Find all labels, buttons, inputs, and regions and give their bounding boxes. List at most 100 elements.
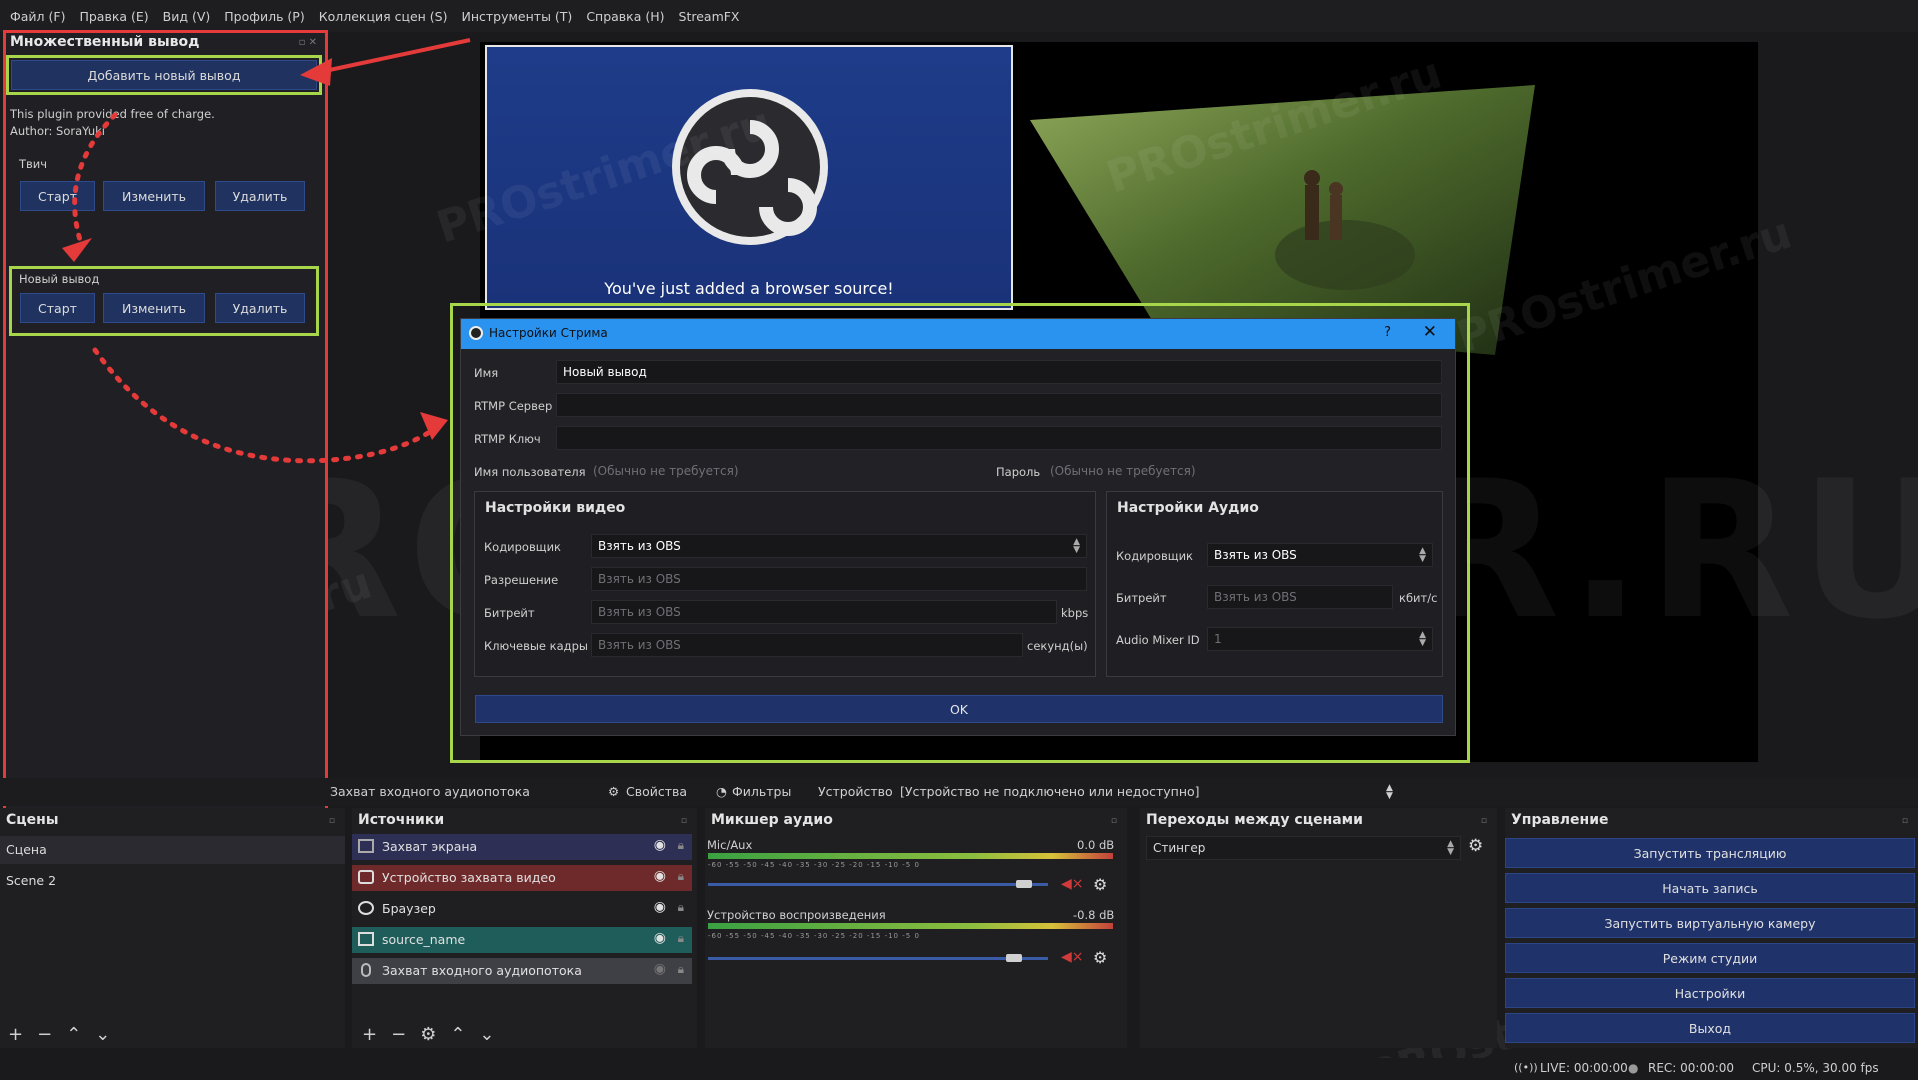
- source-item[interactable]: source_name ◉ 🔒︎: [352, 927, 692, 953]
- transition-select[interactable]: Стингер ▲ ▼: [1146, 836, 1461, 860]
- username-input[interactable]: (Обычно не требуется): [586, 459, 971, 483]
- source-item[interactable]: Браузер ◉ 🔒︎: [352, 896, 692, 922]
- device-select[interactable]: [Устройство не подключено или недоступно…: [900, 784, 1200, 799]
- dock-pin-icon[interactable]: ▫: [1481, 816, 1487, 826]
- gear-icon[interactable]: ⚙: [1093, 875, 1107, 894]
- menu-streamfx[interactable]: StreamFX: [679, 9, 740, 24]
- dialog-title: Настройки Стрима: [489, 326, 608, 340]
- edit-output-button[interactable]: Изменить: [103, 293, 205, 323]
- obs-small-icon: [469, 326, 483, 340]
- move-up-icon[interactable]: ⌃: [66, 1024, 81, 1045]
- audio-mixer-select[interactable]: 1 ▲ ▼: [1207, 627, 1433, 651]
- transitions-title: Переходы между сценами: [1146, 812, 1363, 828]
- rtmp-server-input[interactable]: [556, 393, 1442, 417]
- keyframes-input[interactable]: Взять из OBS: [591, 633, 1023, 657]
- video-bitrate-input[interactable]: Взять из OBS: [591, 600, 1057, 624]
- video-bitrate-label: Битрейт: [484, 606, 535, 620]
- mute-speaker-icon[interactable]: ◀×: [1061, 876, 1084, 892]
- source-item[interactable]: Захват экрана ◉ 🔒︎: [352, 834, 692, 860]
- eye-icon[interactable]: ◉: [654, 837, 666, 853]
- move-down-icon[interactable]: ⌄: [479, 1024, 494, 1045]
- menu-file[interactable]: Файл (F): [10, 9, 65, 24]
- lock-icon[interactable]: 🔒︎: [678, 931, 684, 946]
- menu-tools[interactable]: Инструменты (T): [461, 9, 572, 24]
- start-output-button[interactable]: Старт: [20, 181, 95, 211]
- add-icon[interactable]: +: [8, 1024, 23, 1045]
- eye-icon[interactable]: ◉: [654, 930, 666, 946]
- remove-icon[interactable]: −: [391, 1024, 406, 1045]
- video-encoder-select[interactable]: Взять из OBS ▲ ▼: [591, 534, 1087, 558]
- lock-icon[interactable]: 🔒︎: [678, 838, 684, 853]
- eye-icon[interactable]: ◉: [654, 868, 666, 884]
- source-item[interactable]: Устройство захвата видео ◉ 🔒︎: [352, 865, 692, 891]
- name-input[interactable]: Новый вывод: [556, 360, 1442, 384]
- add-icon[interactable]: +: [362, 1024, 377, 1045]
- gear-icon[interactable]: ⚙: [1093, 948, 1107, 967]
- menu-profile[interactable]: Профиль (P): [224, 9, 304, 24]
- select-arrows-icon: ▲ ▼: [1419, 546, 1426, 564]
- obs-logo: [672, 89, 828, 245]
- gear-icon[interactable]: ⚙: [420, 1024, 436, 1045]
- filter-icon[interactable]: ◔: [716, 784, 727, 799]
- start-output-button[interactable]: Старт: [20, 293, 95, 323]
- lock-icon[interactable]: 🔒︎: [678, 869, 684, 884]
- annotation-arrow-head: [420, 412, 448, 440]
- volume-slider[interactable]: [708, 883, 1048, 886]
- scenes-dock: Сцены ▫ Сцена Scene 2 + − ⌃ ⌄: [0, 808, 345, 1048]
- ok-button[interactable]: OK: [475, 695, 1443, 723]
- edit-output-button[interactable]: Изменить: [103, 181, 205, 211]
- remove-icon[interactable]: −: [37, 1024, 52, 1045]
- dock-pin-icon[interactable]: ▫: [1902, 816, 1908, 826]
- resolution-label: Разрешение: [484, 573, 559, 587]
- help-icon[interactable]: ?: [1384, 325, 1391, 340]
- lock-icon[interactable]: 🔒︎: [678, 962, 684, 977]
- audio-settings-group: Настройки Аудио Кодировщик Взять из OBS …: [1106, 491, 1443, 677]
- source-label: Устройство захвата видео: [382, 870, 556, 885]
- move-down-icon[interactable]: ⌄: [95, 1024, 110, 1045]
- menu-help[interactable]: Справка (H): [586, 9, 664, 24]
- start-virtual-camera-button[interactable]: Запустить виртуальную камеру: [1505, 908, 1915, 938]
- source-item[interactable]: Захват входного аудиопотока ◉ 🔒︎: [352, 958, 692, 984]
- volume-slider[interactable]: [708, 957, 1048, 960]
- dock-pin-icon[interactable]: ▫: [1111, 816, 1117, 826]
- audio-encoder-select[interactable]: Взять из OBS ▲ ▼: [1207, 543, 1433, 567]
- audio-bitrate-label: Битрейт: [1116, 591, 1167, 605]
- audio-bitrate-unit: кбит/с: [1399, 591, 1438, 605]
- add-output-button[interactable]: Добавить новый вывод: [11, 60, 317, 90]
- eye-icon[interactable]: ◉: [654, 899, 666, 915]
- channel-name: Устройство воспроизведения: [707, 908, 886, 922]
- scene-item[interactable]: Сцена: [0, 836, 345, 864]
- audio-bitrate-input[interactable]: Взять из OBS: [1207, 585, 1393, 609]
- volume-slider-knob[interactable]: [1006, 954, 1022, 962]
- exit-button[interactable]: Выход: [1505, 1013, 1915, 1043]
- resolution-input[interactable]: Взять из OBS: [591, 567, 1087, 591]
- scene-item[interactable]: Scene 2: [0, 867, 345, 895]
- gear-icon[interactable]: ⚙: [608, 784, 619, 799]
- password-input[interactable]: (Обычно не требуется): [1043, 459, 1443, 483]
- start-recording-button[interactable]: Начать запись: [1505, 873, 1915, 903]
- rec-dot-icon: ●: [1628, 1061, 1639, 1075]
- menu-edit[interactable]: Правка (E): [79, 9, 148, 24]
- rtmp-key-input[interactable]: [556, 426, 1442, 450]
- gear-icon[interactable]: ⚙: [1468, 836, 1483, 856]
- delete-output-button[interactable]: Удалить: [215, 293, 305, 323]
- delete-output-button[interactable]: Удалить: [215, 181, 305, 211]
- filters-button[interactable]: Фильтры: [732, 784, 791, 799]
- dock-float-close-icon[interactable]: ▫ ✕: [299, 37, 317, 48]
- menu-view[interactable]: Вид (V): [163, 9, 211, 24]
- properties-button[interactable]: Свойства: [626, 784, 687, 799]
- volume-slider-knob[interactable]: [1016, 880, 1033, 888]
- studio-mode-button[interactable]: Режим студии: [1505, 943, 1915, 973]
- select-arrows-icon: ▲ ▼: [1447, 839, 1454, 857]
- settings-button[interactable]: Настройки: [1505, 978, 1915, 1008]
- lock-icon[interactable]: 🔒︎: [678, 900, 684, 915]
- eye-icon[interactable]: ◉: [654, 961, 666, 977]
- start-streaming-button[interactable]: Запустить трансляцию: [1505, 838, 1915, 868]
- dock-pin-icon[interactable]: ▫: [681, 816, 687, 826]
- dock-pin-icon[interactable]: ▫: [329, 816, 335, 826]
- close-icon[interactable]: ✕: [1423, 322, 1437, 342]
- move-up-icon[interactable]: ⌃: [450, 1024, 465, 1045]
- menu-scene-collection[interactable]: Коллекция сцен (S): [319, 9, 448, 24]
- mute-speaker-icon[interactable]: ◀×: [1061, 949, 1084, 965]
- image-icon: [358, 932, 374, 946]
